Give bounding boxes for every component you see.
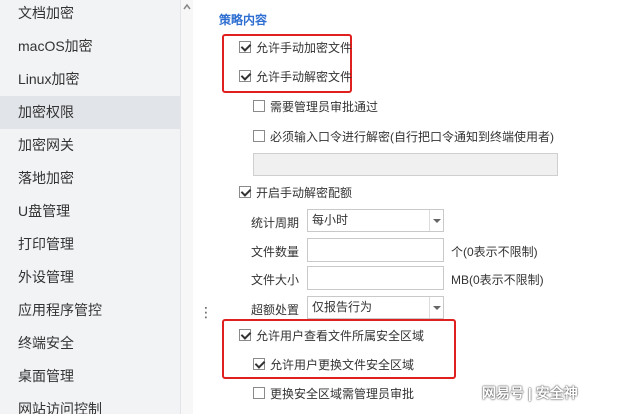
checkbox-label: 必须输入口令进行解密(自行把口令通知到终端使用者): [270, 129, 554, 144]
sidebar-item-website-access-control[interactable]: 网站访问控制: [0, 393, 180, 414]
checkbox-checked-icon: [239, 70, 251, 82]
sidebar-item-peripheral-management[interactable]: 外设管理: [0, 261, 180, 294]
chevron-down-icon: [429, 297, 443, 318]
checkbox-label: 需要管理员审批通过: [270, 99, 379, 114]
checkbox-label: 允许手动解密文件: [256, 69, 353, 84]
checkbox-unchecked-icon: [253, 100, 265, 112]
checkbox-checked-icon: [239, 186, 251, 198]
sidebar-item-usb-management[interactable]: U盘管理: [0, 195, 180, 228]
chevron-down-icon: [429, 210, 443, 231]
sidebar-item-label: macOS加密: [18, 38, 93, 54]
overflow-action-select-value: 仅报告行为: [312, 300, 373, 314]
sidebar-item-label: 网站访问控制: [18, 401, 102, 414]
file-size-hint: MB(0表示不限制): [451, 273, 544, 287]
checkbox-unchecked-icon: [253, 387, 265, 399]
scroll-up-arrow-icon[interactable]: [182, 2, 192, 12]
checkbox-unchecked-icon: [253, 130, 265, 142]
sidebar-item-label: 文档加密: [18, 5, 74, 21]
period-select[interactable]: 每小时: [307, 209, 444, 232]
overflow-action-label: 超额处置: [251, 303, 300, 317]
file-count-hint: 个(0表示不限制): [451, 245, 538, 259]
sidebar-item-landing-encryption[interactable]: 落地加密: [0, 162, 180, 195]
sidebar: 文档加密 macOS加密 Linux加密 加密权限 加密网关 落地加密 U盘管理…: [0, 0, 181, 414]
require-password-checkbox[interactable]: 必须输入口令进行解密(自行把口令通知到终端使用者): [253, 127, 554, 145]
allow-view-security-zone-checkbox[interactable]: 允许用户查看文件所属安全区域: [239, 326, 424, 344]
sidebar-item-label: 应用程序管控: [18, 302, 102, 318]
enable-decrypt-quota-checkbox[interactable]: 开启手动解密配额: [239, 183, 352, 201]
checkbox-label: 允许用户查看文件所属安全区域: [256, 328, 425, 343]
checkbox-label: 允许用户更换文件安全区域: [270, 357, 415, 372]
allow-change-security-zone-checkbox[interactable]: 允许用户更换文件安全区域: [253, 355, 414, 373]
sidebar-item-print-management[interactable]: 打印管理: [0, 228, 180, 261]
sidebar-item-macos-encryption[interactable]: macOS加密: [0, 30, 180, 63]
sidebar-item-label: 打印管理: [18, 236, 74, 252]
require-admin-approval-checkbox[interactable]: 需要管理员审批通过: [253, 97, 378, 115]
checkbox-label: 允许手动加密文件: [256, 40, 353, 55]
change-zone-approval-checkbox[interactable]: 更换安全区域需管理员审批: [253, 384, 414, 402]
sidebar-item-endpoint-security[interactable]: 终端安全: [0, 327, 180, 360]
sidebar-item-encryption-permissions[interactable]: 加密权限: [0, 96, 180, 129]
sidebar-item-label: 加密权限: [18, 104, 74, 120]
checkbox-checked-icon: [239, 41, 251, 53]
watermark: 网易号 | 安全神: [482, 385, 578, 401]
period-label: 统计周期: [251, 216, 300, 230]
checkbox-checked-icon: [253, 358, 265, 370]
sidebar-item-document-encryption[interactable]: 文档加密: [0, 0, 180, 30]
sidebar-item-label: 加密网关: [18, 137, 74, 153]
sidebar-item-label: 外设管理: [18, 269, 74, 285]
sidebar-item-application-control[interactable]: 应用程序管控: [0, 294, 180, 327]
sidebar-item-encryption-gateway[interactable]: 加密网关: [0, 129, 180, 162]
sidebar-scrollbar[interactable]: [181, 0, 193, 414]
sidebar-item-label: Linux加密: [18, 71, 80, 87]
checkbox-checked-icon: [239, 329, 251, 341]
file-size-label: 文件大小: [251, 273, 300, 287]
checkbox-label: 开启手动解密配额: [256, 185, 353, 200]
decrypt-password-input[interactable]: [253, 153, 558, 176]
allow-manual-encrypt-checkbox[interactable]: 允许手动加密文件: [239, 38, 352, 56]
sidebar-item-desktop-management[interactable]: 桌面管理: [0, 360, 180, 393]
section-title: 策略内容: [219, 13, 268, 27]
panel-resize-handle-icon[interactable]: ⋮: [199, 305, 213, 319]
period-select-value: 每小时: [312, 213, 349, 227]
overflow-action-select[interactable]: 仅报告行为: [307, 296, 444, 319]
file-count-input[interactable]: [307, 238, 444, 262]
sidebar-item-linux-encryption[interactable]: Linux加密: [0, 63, 180, 96]
sidebar-item-label: 桌面管理: [18, 368, 74, 384]
file-size-input[interactable]: [307, 266, 444, 290]
sidebar-item-label: 终端安全: [18, 335, 74, 351]
file-count-label: 文件数量: [251, 245, 300, 259]
sidebar-item-label: U盘管理: [18, 203, 71, 219]
sidebar-item-label: 落地加密: [18, 170, 74, 186]
allow-manual-decrypt-checkbox[interactable]: 允许手动解密文件: [239, 67, 352, 85]
checkbox-label: 更换安全区域需管理员审批: [270, 386, 415, 401]
